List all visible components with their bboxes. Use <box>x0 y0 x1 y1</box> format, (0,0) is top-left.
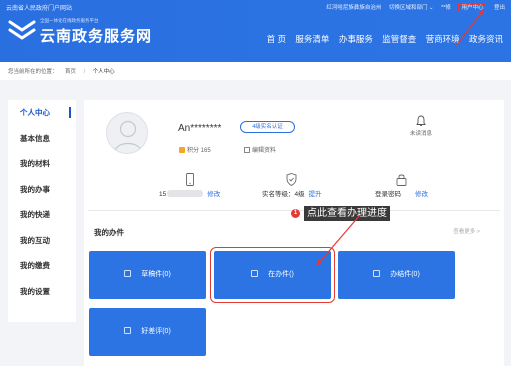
verify-badge: 4级实名认证 <box>240 121 295 133</box>
card-reviews[interactable]: 好差评(0) <box>89 308 206 356</box>
nav-services[interactable]: 办事服务 <box>339 34 373 44</box>
card-reviews-label: 好差评(0) <box>141 328 171 335</box>
card-completed[interactable]: 办结件(0) <box>338 251 455 299</box>
breadcrumb: 您当前所在的位置： 首页 / 个人中心 <box>0 62 511 80</box>
card-in-progress[interactable]: 在办件() <box>210 247 335 303</box>
user-avatar-icon <box>114 120 142 152</box>
phone-masked <box>167 190 204 197</box>
draft-icon <box>124 270 132 277</box>
in-progress-icon <box>251 270 259 277</box>
user-center-link[interactable]: 用户中心 <box>458 4 487 12</box>
edit-icon <box>244 147 250 153</box>
sidebar-item-personal-center[interactable]: 个人中心 <box>8 100 76 126</box>
phone-stat: 15 修改 <box>159 173 220 198</box>
card-drafts[interactable]: 草稿件(0) <box>89 251 206 299</box>
password-stat: 登录密码 修改 <box>375 173 428 198</box>
breadcrumb-label: 您当前所在的位置： <box>8 69 58 75</box>
sidebar-item-my-affairs[interactable]: 我的办事 <box>8 177 76 203</box>
my-jobs-title: 我的办件 <box>94 228 124 237</box>
points-text: 积分 165 <box>187 148 211 154</box>
phone-edit-link[interactable]: 修改 <box>207 191 220 198</box>
portal-link[interactable]: 云南省人民政府门户网站 <box>6 3 72 12</box>
sidebar: 个人中心 基本信息 我的材料 我的办事 我的快递 我的互动 我的缴费 我的设置 <box>8 100 76 322</box>
phone-icon <box>185 173 194 186</box>
points-icon <box>179 147 185 153</box>
region-link[interactable]: 红河哈尼族彝族自治州 <box>326 5 381 11</box>
unread-label: 未读消息 <box>409 131 432 137</box>
avatar[interactable] <box>106 112 148 154</box>
review-icon <box>124 327 132 334</box>
sidebar-item-my-express[interactable]: 我的快递 <box>8 202 76 228</box>
logo-icon <box>8 20 36 40</box>
unread-messages[interactable]: 未读消息 <box>406 115 436 137</box>
card-completed-label: 办结件(0) <box>390 271 420 278</box>
nav-service-list[interactable]: 服务清单 <box>295 34 329 44</box>
nav-business-env[interactable]: 营商环境 <box>426 34 460 44</box>
annotation-number: 1 <box>291 209 300 218</box>
nav-home[interactable]: 首 页 <box>267 34 286 44</box>
logo-subtitle: 全国一体化在线政务服务平台 <box>40 18 99 23</box>
logout-link[interactable]: 登出 <box>494 5 505 11</box>
switch-region-link[interactable]: 切换区域和部门 ⌄ <box>389 5 434 11</box>
shield-icon <box>286 173 297 186</box>
sidebar-item-my-interaction[interactable]: 我的互动 <box>8 228 76 254</box>
completed-icon <box>373 270 381 277</box>
lock-icon <box>396 174 407 186</box>
card-drafts-label: 草稿件(0) <box>141 271 171 278</box>
annotation-callout: 点此查看办理进度 <box>304 206 390 221</box>
password-edit-link[interactable]: 修改 <box>415 191 428 198</box>
top-links: 红河哈尼族彝族自治州 切换区域和部门 ⌄ **修 用户中心 登出 <box>320 3 505 12</box>
level-label: 实名等级：4级 <box>262 191 305 198</box>
nav-supervision[interactable]: 监管督查 <box>382 34 416 44</box>
level-upgrade-link[interactable]: 提升 <box>309 191 322 198</box>
bell-icon <box>416 115 426 126</box>
sidebar-item-my-settings[interactable]: 我的设置 <box>8 279 76 305</box>
top-header: 云南省人民政府门户网站 红河哈尼族彝族自治州 切换区域和部门 ⌄ **修 用户中… <box>0 0 511 62</box>
breadcrumb-current: 个人中心 <box>92 69 115 75</box>
points: 积分 165 <box>179 145 211 154</box>
sidebar-item-my-materials[interactable]: 我的材料 <box>8 151 76 177</box>
password-label: 登录密码 <box>375 191 401 198</box>
main-nav: 首 页 服务清单 办事服务 监管督查 营商环境 政务资讯 <box>260 33 503 45</box>
nav-news[interactable]: 政务资讯 <box>469 34 503 44</box>
edit-profile-link[interactable]: 编辑资料 <box>244 145 276 154</box>
view-more-link[interactable]: 查看更多 > <box>453 227 480 235</box>
user-name: An******** <box>178 123 222 134</box>
card-in-progress-label: 在办件() <box>268 271 294 278</box>
level-stat: 实名等级：4级 提升 <box>262 173 322 198</box>
sidebar-item-basic-info[interactable]: 基本信息 <box>8 126 76 152</box>
edit-profile-label: 编辑资料 <box>252 148 277 154</box>
sidebar-item-my-payment[interactable]: 我的缴费 <box>8 253 76 279</box>
username-link[interactable]: **修 <box>441 5 451 11</box>
main-content: An******** 4级实名认证 积分 165 编辑资料 未读消息 15 修改 … <box>84 100 504 366</box>
breadcrumb-separator: / <box>83 69 86 75</box>
breadcrumb-home[interactable]: 首页 <box>65 69 76 75</box>
logo-title: 云南政务服务网 <box>40 28 153 45</box>
phone-prefix: 15 <box>159 191 167 198</box>
